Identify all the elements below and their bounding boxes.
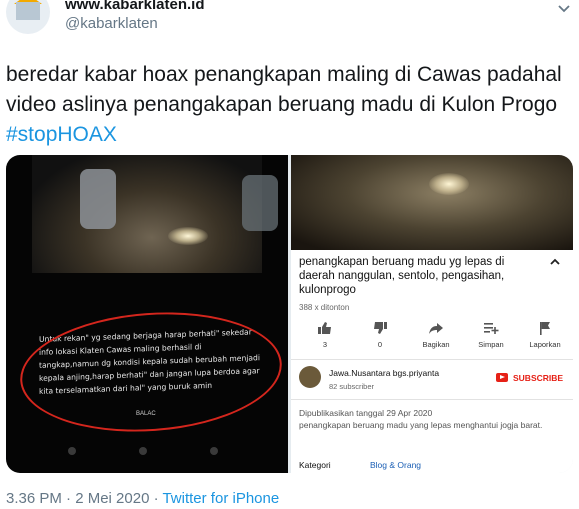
share-icon: [429, 323, 443, 334]
category-value: Blog & Orang: [370, 460, 422, 470]
person-figure: [242, 175, 278, 231]
thumbs-down-icon: [374, 322, 387, 334]
youtube-icon: [496, 373, 508, 382]
like-action: 3: [297, 321, 353, 349]
share-action: Bagikan: [408, 321, 464, 349]
tweet-text: beredar kabar hoax penangkapan maling di…: [6, 60, 571, 150]
phone-nav-button: [68, 447, 76, 455]
hashtag-link[interactable]: #stopHOAX: [6, 123, 117, 146]
dislike-action: 0: [352, 321, 408, 349]
logo-house-shape: [16, 2, 40, 20]
red-annotation-circle: [16, 304, 286, 440]
channel-avatar: [299, 366, 321, 388]
whatsapp-screenshot-image[interactable]: Untuk rekan" yg sedang berjaga harap ber…: [6, 155, 288, 473]
chevron-up-icon: [550, 258, 560, 265]
report-label: Laporkan: [529, 340, 561, 349]
flashlight-glow: [429, 173, 469, 195]
subscriber-count: 82 subscriber: [329, 382, 375, 391]
tweet-header: www.kabarklaten.id @kabarklaten: [0, 0, 579, 40]
tweet-source-link[interactable]: Twitter for iPhone: [162, 490, 279, 507]
like-count: 3: [322, 340, 328, 349]
tweet-text-main: beredar kabar hoax penangkapan maling di…: [6, 63, 562, 116]
kabarklaten-logo-icon[interactable]: [6, 0, 50, 34]
video-title: penangkapan beruang madu yg lepas di dae…: [299, 256, 505, 296]
display-name[interactable]: www.kabarklaten.id: [65, 0, 205, 13]
youtube-screenshot-image[interactable]: penangkapan beruang madu yg lepas di dae…: [291, 155, 573, 473]
view-count: 388 x ditonton: [299, 303, 350, 312]
divider: [291, 359, 573, 360]
phone-nav-button: [210, 447, 218, 455]
save-action: Simpan: [463, 321, 519, 349]
share-label: Bagikan: [422, 340, 450, 349]
video-description: penangkapan beruang madu yang lepas meng…: [299, 420, 543, 430]
night-photo: [32, 155, 278, 273]
add-to-playlist-icon: [484, 323, 499, 334]
phone-nav-button: [139, 447, 147, 455]
chevron-down-icon[interactable]: [557, 4, 571, 14]
save-label: Simpan: [478, 340, 504, 349]
flag-icon: [540, 322, 550, 335]
report-action: Laporkan: [517, 321, 573, 349]
publish-date: Dipublikasikan tanggal 29 Apr 2020: [299, 408, 433, 418]
watermark-text: BALAC: [136, 411, 156, 417]
divider: [291, 399, 573, 400]
person-figure: [80, 169, 116, 229]
tweet-timestamp[interactable]: 3.36 PM · 2 Mei 2020 ·: [6, 490, 162, 507]
user-handle[interactable]: @kabarklaten: [65, 15, 158, 32]
tweet-media[interactable]: Untuk rekan" yg sedang berjaga harap ber…: [6, 155, 573, 473]
thumbs-up-icon: [318, 322, 331, 334]
subscribe-button: SUBSCRIBE: [513, 373, 564, 383]
channel-name: Jawa.Nusantara bgs.priyanta: [329, 368, 440, 378]
tweet-meta: 3.36 PM · 2 Mei 2020 · Twitter for iPhon…: [6, 490, 279, 507]
flashlight-glow: [168, 227, 208, 245]
dislike-count: 0: [377, 340, 383, 349]
video-thumbnail: [291, 155, 573, 250]
category-label: Kategori: [299, 460, 331, 470]
video-actions: 3 0 Bagikan Simpan Laporkan: [291, 321, 573, 355]
